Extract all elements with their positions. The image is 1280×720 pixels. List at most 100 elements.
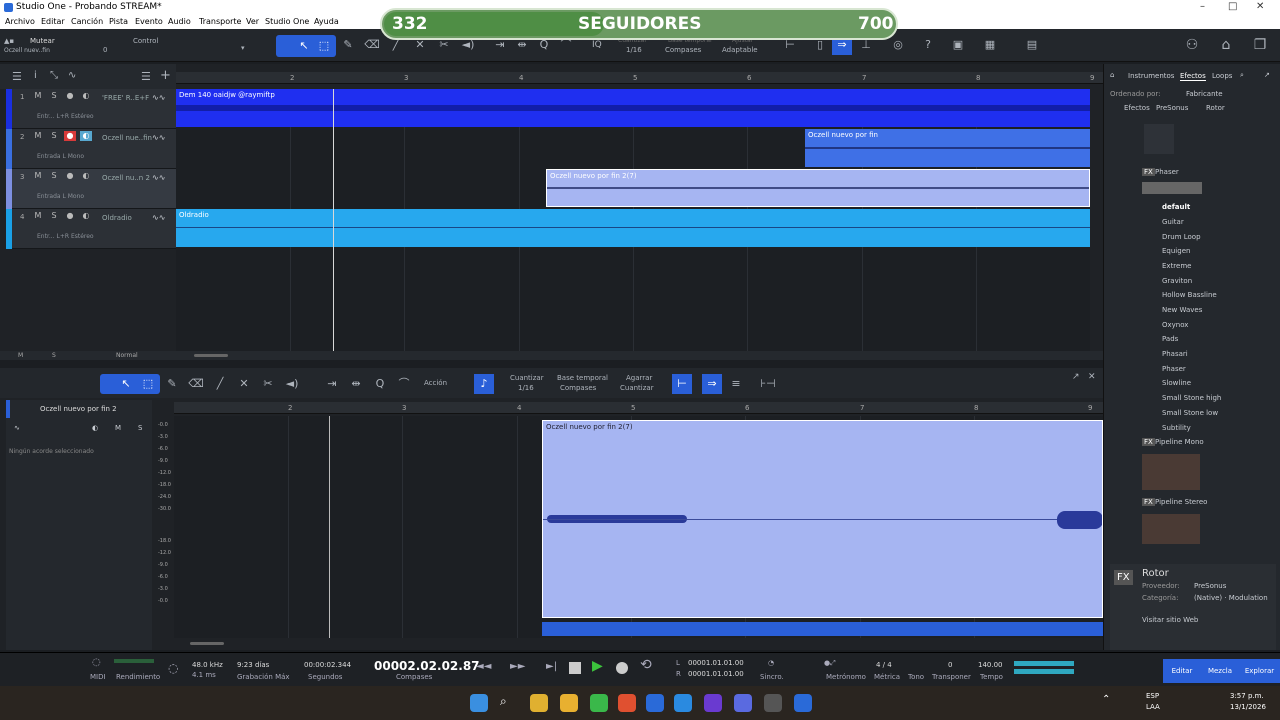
track-name[interactable]: 'FREE' R..E+F [102,94,149,102]
editor-ruler[interactable]: 2 3 4 5 6 7 8 9 [174,402,1103,414]
pipeline-mono[interactable]: Pipeline Mono [1155,438,1204,446]
record-button[interactable]: ● [64,131,76,141]
list-icon[interactable]: ☰ [141,70,151,83]
track-header-4[interactable]: 4 M S ● ◐ Oldradio ∿∿ Entr... L+R Estére… [6,209,176,249]
preset-item[interactable]: Drum Loop [1162,233,1201,241]
preset-item[interactable]: Pads [1162,335,1178,343]
obs-icon[interactable] [764,694,782,712]
arrow-tool-icon[interactable]: ↖ [294,36,314,56]
menu-cancion[interactable]: Canción [71,17,103,26]
tray-chevron-icon[interactable]: ⌃ [1102,694,1110,705]
preset-item[interactable]: Subtility [1162,424,1191,432]
crumb-efectos[interactable]: Efectos [1124,104,1150,112]
clip-oczell-2[interactable]: Oczell nuevo por fin 2(7) [546,169,1090,207]
record-button[interactable] [616,662,628,674]
mute-button[interactable]: M [32,131,44,141]
track-name[interactable]: Oldradio [102,214,132,222]
menu-audio[interactable]: Audio [168,17,191,26]
menu-pista[interactable]: Pista [109,17,128,26]
solo-button[interactable]: S [138,424,142,432]
pipeline-stereo[interactable]: Pipeline Stereo [1155,498,1207,506]
grab-select[interactable]: Cuantizar [620,384,654,392]
playhead[interactable] [333,89,334,351]
preset-item[interactable]: Extreme [1162,262,1191,270]
clock-time[interactable]: 3:57 p.m. [1230,692,1264,700]
preset-default[interactable]: default [1162,203,1190,211]
search-icon[interactable]: ⌕ [1240,71,1244,80]
pencil-icon[interactable]: ✎ [338,35,358,55]
menu-icon[interactable]: ☰ [12,70,22,83]
mute-button[interactable]: M [32,91,44,101]
record-button[interactable]: ● [64,211,76,221]
playhead[interactable] [329,416,330,638]
file-explorer-icon[interactable] [560,694,578,712]
window-icon[interactable]: ❐ [1250,35,1270,55]
eraser-icon[interactable]: ⌫ [186,374,206,394]
browser-home-icon[interactable]: ⌂ [1110,71,1114,79]
follow-icon[interactable]: ⇒ [702,374,722,394]
track-input[interactable]: Entrada L Mono [37,193,84,200]
editor-clip-area[interactable]: Oczell nuevo por fin 2(7) [174,416,1103,638]
stretch-icon[interactable]: ⇹ [346,374,366,394]
mute-label[interactable]: Mutear [30,37,55,45]
preset-item[interactable]: Slowline [1162,379,1191,387]
menu-studio-one[interactable]: Studio One [265,17,309,26]
menu-transporte[interactable]: Transporte [199,17,241,26]
timebase-select[interactable]: Compases [665,46,701,54]
waveform-icon[interactable]: ∿∿ [152,213,165,222]
arrow-tool-icon[interactable]: ↖ [116,374,136,394]
nudge-icon[interactable]: ⇥ [322,374,342,394]
preset-item[interactable]: Small Stone high [1162,394,1221,402]
transpose-value[interactable]: 0 [948,661,952,669]
editor-clip-oczell[interactable]: Oczell nuevo por fin 2(7) [542,420,1103,618]
paint-icon[interactable]: ╱ [210,374,230,394]
right-locator[interactable]: 00001.01.01.00 [688,670,744,678]
tasks-icon[interactable] [674,694,692,712]
crumb-presonus[interactable]: PreSonus [1156,104,1188,112]
clock-date[interactable]: 13/1/2026 [1230,703,1266,711]
listen-icon[interactable]: ◄) [282,374,302,394]
mute-tool-icon[interactable]: ✕ [234,374,254,394]
editor-h-scrollbar[interactable] [190,642,224,645]
inspector-icon[interactable]: i [34,70,37,81]
waveform-icon[interactable]: ∿∿ [152,133,165,142]
pencil-icon[interactable]: ✎ [162,374,182,394]
preset-item[interactable]: Oxynox [1162,321,1188,329]
rewind-icon[interactable]: ◄◄ [476,661,491,672]
timecode-icon[interactable]: ◎ [888,35,908,55]
seconds-display[interactable]: 00:00:02.344 [304,661,351,669]
zoom-icon[interactable]: Q [370,374,390,394]
clip-area[interactable]: Dem 140 oaidjw @raymiftp Oczell nuevo po… [176,89,1090,351]
range-tool-icon[interactable]: ⬚ [138,374,158,394]
tempo-value[interactable]: 140.00 [978,661,1003,669]
footer-solo[interactable]: S [52,352,56,359]
help-icon[interactable]: ? [918,35,938,55]
video-icon[interactable]: ▣ [948,35,968,55]
preset-item[interactable]: Small Stone low [1162,409,1218,417]
keyboard-layout[interactable]: LAA [1146,703,1160,711]
studio-one-active-icon[interactable] [794,694,812,712]
loop-marker-icon[interactable]: ⊦⊣ [758,374,778,394]
preset-item[interactable]: Phaser [1162,365,1186,373]
menu-ayuda[interactable]: Ayuda [314,17,339,26]
visit-website-link[interactable]: Visitar sitio Web [1142,616,1198,624]
tab-loops[interactable]: Loops [1212,72,1232,80]
skip-end-icon[interactable]: ►| [546,661,557,672]
studio-one-icon[interactable] [646,694,664,712]
range-tool-icon[interactable]: ⬚ [314,36,334,56]
edit-mode-icon[interactable]: ≡ [726,374,746,394]
preset-item[interactable]: New Waves [1162,306,1202,314]
tab-efectos[interactable]: Efectos [1180,72,1206,81]
crumb-rotor[interactable]: Rotor [1206,104,1225,112]
forward-icon[interactable]: ►► [510,661,525,672]
track-input[interactable]: Entr... L+R Estéreo [37,113,94,120]
time-signature[interactable]: 4 / 4 [876,661,892,669]
curve-icon[interactable]: ∿ [68,70,76,81]
waveform-icon[interactable]: ∿ [14,424,20,432]
quantize-select[interactable]: 1/16 [518,384,534,392]
mute-button[interactable]: M [32,211,44,221]
brave-icon[interactable] [618,694,636,712]
mute-button[interactable]: M [32,171,44,181]
home-icon[interactable]: ⌂ [1216,35,1236,55]
menu-ver[interactable]: Ver [246,17,259,26]
